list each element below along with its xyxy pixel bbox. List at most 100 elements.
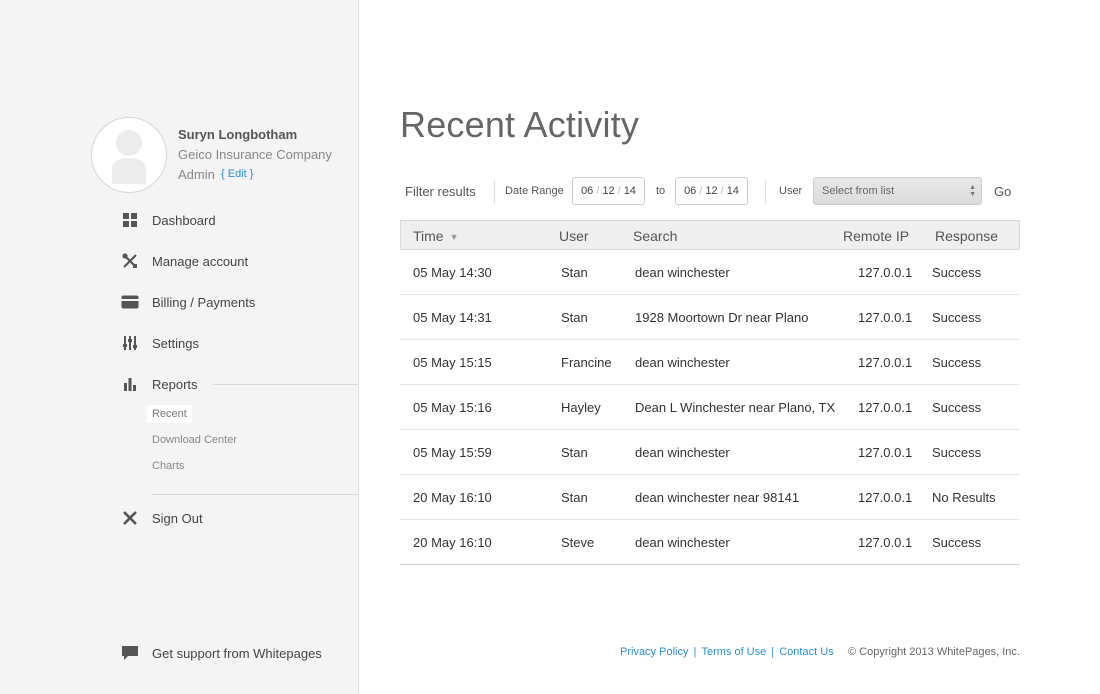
column-header-user[interactable]: User: [559, 228, 589, 244]
sidebar-item-sign-out[interactable]: Sign Out: [120, 506, 203, 530]
avatar: [91, 117, 167, 193]
sidebar-item-dashboard[interactable]: Dashboard: [120, 208, 216, 232]
cell-remote-ip: 127.0.0.1: [858, 445, 913, 460]
date-separator: /: [617, 185, 621, 197]
sidebar-item-manage-account[interactable]: Manage account: [120, 249, 248, 273]
cell-response: Success: [932, 535, 982, 550]
sidebar-item-reports[interactable]: Reports: [120, 372, 198, 396]
column-header-response[interactable]: Response: [935, 228, 998, 244]
cell-response: No Results: [932, 490, 996, 505]
cell-remote-ip: 127.0.0.1: [858, 490, 913, 505]
user-select-value: Select from list: [822, 185, 895, 197]
cell-time: 05 May 14:31: [413, 310, 492, 325]
cell-remote-ip: 127.0.0.1: [858, 400, 913, 415]
sidebar: Suryn Longbotham Geico Insurance Company…: [0, 0, 359, 694]
terms-of-use-link[interactable]: Terms of Use: [701, 646, 766, 658]
cell-search: Dean L Winchester near Plano, TX: [635, 400, 836, 415]
cell-user: Stan: [561, 265, 588, 280]
date-from-year[interactable]: 14: [624, 185, 636, 197]
cell-search: dean winchester: [635, 355, 730, 370]
chat-bubble-icon: [120, 643, 140, 663]
sidebar-item-settings[interactable]: Settings: [120, 331, 199, 355]
table-row[interactable]: 20 May 16:10 Stan dean winchester near 9…: [400, 475, 1020, 520]
date-from-field[interactable]: 06 / 12 / 14: [572, 177, 645, 205]
cell-user: Stan: [561, 490, 588, 505]
column-header-remote-ip[interactable]: Remote IP: [843, 228, 909, 244]
user-silhouette-icon: [112, 130, 146, 184]
reports-divider: [213, 384, 358, 385]
cell-response: Success: [932, 265, 982, 280]
date-from-month[interactable]: 06: [581, 185, 593, 197]
cell-time: 05 May 14:30: [413, 265, 492, 280]
cell-time: 05 May 15:59: [413, 445, 492, 460]
bar-chart-icon: [120, 374, 140, 394]
link-separator: |: [690, 646, 700, 658]
table-row[interactable]: 05 May 14:30 Stan dean winchester 127.0.…: [400, 250, 1020, 295]
column-header-label: Time: [413, 228, 444, 244]
cell-remote-ip: 127.0.0.1: [858, 535, 913, 550]
cell-search: dean winchester: [635, 445, 730, 460]
cell-time: 20 May 16:10: [413, 535, 492, 550]
link-separator: |: [768, 646, 778, 658]
user-select[interactable]: Select from list ▲ ▼: [813, 177, 982, 205]
credit-card-icon: [120, 292, 140, 312]
cell-remote-ip: 127.0.0.1: [858, 355, 913, 370]
copyright-text: © Copyright 2013 WhitePages, Inc.: [848, 646, 1020, 658]
footer-links: Privacy Policy | Terms of Use | Contact …: [620, 646, 834, 658]
filter-divider: [765, 180, 766, 204]
cell-time: 05 May 15:15: [413, 355, 492, 370]
submenu-divider: [152, 494, 358, 495]
support-link[interactable]: Get support from Whitepages: [120, 641, 322, 665]
cell-response: Success: [932, 310, 982, 325]
sidebar-item-label: Dashboard: [152, 212, 216, 228]
cell-response: Success: [932, 355, 982, 370]
cell-time: 20 May 16:10: [413, 490, 492, 505]
sidebar-item-label: Settings: [152, 335, 199, 351]
column-header-time[interactable]: Time ▼: [413, 228, 459, 244]
column-header-search[interactable]: Search: [633, 228, 677, 244]
privacy-policy-link[interactable]: Privacy Policy: [620, 646, 688, 658]
date-to-label: to: [656, 185, 666, 197]
sidebar-subitem-download-center[interactable]: Download Center: [147, 431, 242, 449]
cell-search: 1928 Moortown Dr near Plano: [635, 310, 809, 325]
contact-us-link[interactable]: Contact Us: [779, 646, 833, 658]
sidebar-item-billing[interactable]: Billing / Payments: [120, 290, 255, 314]
profile-company: Geico Insurance Company: [178, 147, 332, 162]
user-filter-label: User: [779, 185, 803, 197]
date-from-day[interactable]: 12: [602, 185, 614, 197]
cell-user: Francine: [561, 355, 612, 370]
date-to-month[interactable]: 06: [684, 185, 696, 197]
table-row[interactable]: 20 May 16:10 Steve dean winchester 127.0…: [400, 520, 1020, 565]
sliders-icon: [120, 333, 140, 353]
cell-response: Success: [932, 445, 982, 460]
table-row[interactable]: 05 May 14:31 Stan 1928 Moortown Dr near …: [400, 295, 1020, 340]
sort-down-icon: ▼: [449, 232, 459, 243]
edit-profile-link[interactable]: { Edit }: [221, 168, 253, 180]
date-separator: /: [699, 185, 703, 197]
cell-search: dean winchester near 98141: [635, 490, 800, 505]
date-range-label: Date Range: [505, 185, 564, 197]
date-separator: /: [596, 185, 600, 197]
sidebar-item-label: Reports: [152, 376, 198, 392]
sidebar-subitem-recent[interactable]: Recent: [147, 405, 192, 423]
date-to-field[interactable]: 06 / 12 / 14: [675, 177, 748, 205]
page-title: Recent Activity: [400, 104, 640, 145]
table-row[interactable]: 05 May 15:59 Stan dean winchester 127.0.…: [400, 430, 1020, 475]
cell-user: Hayley: [561, 400, 601, 415]
cell-search: dean winchester: [635, 265, 730, 280]
cell-user: Stan: [561, 445, 588, 460]
profile-name: Suryn Longbotham: [178, 127, 298, 142]
go-button[interactable]: Go: [994, 184, 1011, 199]
date-to-day[interactable]: 12: [705, 185, 717, 197]
sidebar-subitem-charts[interactable]: Charts: [147, 457, 189, 475]
cell-remote-ip: 127.0.0.1: [858, 265, 913, 280]
cell-response: Success: [932, 400, 982, 415]
filter-results-label: Filter results: [405, 184, 476, 199]
table-row[interactable]: 05 May 15:16 Hayley Dean L Winchester ne…: [400, 385, 1020, 430]
date-separator: /: [720, 185, 724, 197]
table-body: 05 May 14:30 Stan dean winchester 127.0.…: [400, 250, 1020, 565]
table-row[interactable]: 05 May 15:15 Francine dean winchester 12…: [400, 340, 1020, 385]
date-to-year[interactable]: 14: [727, 185, 739, 197]
table-header: Time ▼ User Search Remote IP Response: [400, 220, 1020, 250]
cell-user: Stan: [561, 310, 588, 325]
